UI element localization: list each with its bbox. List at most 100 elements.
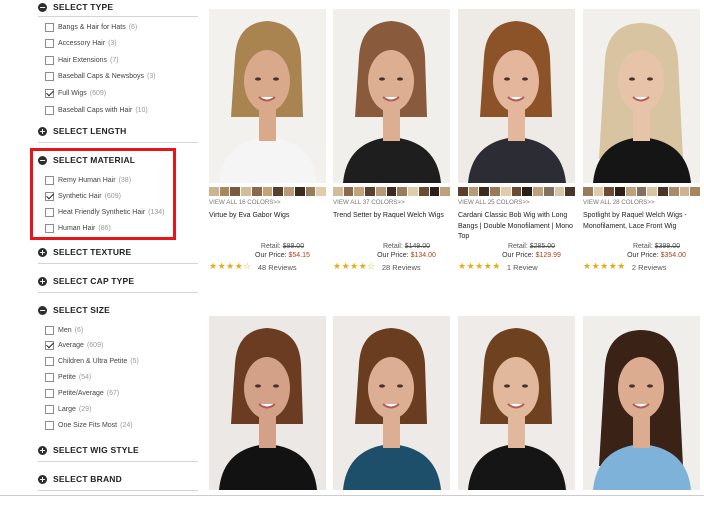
color-swatch[interactable]: [533, 187, 543, 196]
color-swatch[interactable]: [647, 187, 658, 196]
color-swatch[interactable]: [251, 187, 262, 196]
product-card[interactable]: VIEW ALL 16 COLORS>> Virtue by Eva Gabor …: [209, 9, 327, 272]
filter-option[interactable]: Large (29): [45, 404, 91, 416]
product-card[interactable]: [333, 316, 450, 490]
color-swatch[interactable]: [690, 187, 701, 196]
filter-header-length[interactable]: + SELECT LENGTH: [38, 124, 126, 138]
color-swatch[interactable]: [241, 187, 251, 196]
color-swatch[interactable]: [636, 187, 647, 196]
filter-header-cap-type[interactable]: + SELECT CAP TYPE: [38, 274, 134, 288]
filter-checkbox[interactable]: [45, 72, 54, 82]
color-swatch[interactable]: [209, 187, 219, 196]
color-swatch[interactable]: [284, 187, 294, 196]
view-all-colors-link[interactable]: VIEW ALL 25 COLORS>>: [458, 199, 575, 206]
view-all-colors-link[interactable]: VIEW ALL 16 COLORS>>: [209, 199, 326, 206]
color-swatch[interactable]: [565, 187, 576, 196]
filter-option[interactable]: Full Wigs (609): [45, 87, 106, 99]
color-swatches[interactable]: [209, 187, 327, 196]
color-swatch[interactable]: [593, 187, 604, 196]
color-swatch[interactable]: [418, 187, 429, 196]
product-image[interactable]: [209, 316, 326, 490]
color-swatch[interactable]: [386, 187, 397, 196]
filter-option[interactable]: Men (6): [45, 324, 83, 336]
filter-header-wig-style[interactable]: + SELECT WIG STYLE: [38, 443, 139, 457]
color-swatch[interactable]: [615, 187, 625, 196]
color-swatch[interactable]: [294, 187, 305, 196]
color-swatch[interactable]: [490, 187, 500, 196]
filter-option[interactable]: Hair Extensions (7): [45, 54, 119, 66]
color-swatch[interactable]: [522, 187, 533, 196]
product-image-wrap[interactable]: [333, 316, 450, 490]
color-swatch[interactable]: [343, 187, 354, 196]
product-image[interactable]: [333, 9, 450, 183]
filter-checkbox[interactable]: [45, 39, 54, 49]
filter-header-size[interactable]: − SELECT SIZE: [38, 303, 110, 317]
color-swatches[interactable]: [333, 187, 451, 196]
product-card[interactable]: [583, 316, 700, 490]
review-count[interactable]: 28 Reviews: [382, 263, 421, 272]
color-swatch[interactable]: [458, 187, 468, 196]
color-swatch[interactable]: [230, 187, 241, 196]
filter-option[interactable]: Average (609): [45, 340, 103, 352]
filter-header-type[interactable]: − SELECT TYPE: [38, 0, 113, 14]
color-swatch[interactable]: [316, 187, 327, 196]
product-name[interactable]: Spotlight by Raquel Welch Wigs - Monofil…: [583, 211, 700, 243]
product-image[interactable]: [583, 9, 700, 183]
product-card[interactable]: [209, 316, 326, 490]
color-swatch[interactable]: [500, 187, 511, 196]
color-swatch[interactable]: [375, 187, 386, 196]
color-swatch[interactable]: [262, 187, 273, 196]
color-swatch[interactable]: [365, 187, 375, 196]
color-swatch[interactable]: [305, 187, 316, 196]
rating[interactable]: ★★★★★ 2 Reviews: [583, 262, 700, 272]
product-image[interactable]: [209, 9, 326, 183]
review-count[interactable]: 2 Reviews: [632, 263, 667, 272]
filter-checkbox[interactable]: [45, 341, 54, 351]
filter-header-texture[interactable]: + SELECT TEXTURE: [38, 245, 131, 259]
rating[interactable]: ★★★★★ 1 Review: [458, 262, 575, 272]
product-card[interactable]: VIEW ALL 37 COLORS>> Trend Setter by Raqu…: [333, 9, 451, 272]
product-card[interactable]: [458, 316, 575, 490]
filter-checkbox[interactable]: [45, 22, 54, 32]
rating[interactable]: ★★★★☆ 28 Reviews: [333, 262, 450, 272]
view-all-colors-link[interactable]: VIEW ALL 28 COLORS>>: [583, 199, 700, 206]
filter-checkbox[interactable]: [45, 105, 54, 115]
color-swatch[interactable]: [511, 187, 522, 196]
filter-header-brand[interactable]: + SELECT BRAND: [38, 472, 122, 486]
color-swatch[interactable]: [679, 187, 690, 196]
filter-option[interactable]: Children & Ultra Petite (5): [45, 356, 139, 368]
filter-checkbox[interactable]: [45, 405, 54, 414]
color-swatch[interactable]: [554, 187, 565, 196]
product-image-wrap[interactable]: [458, 9, 575, 183]
view-all-colors-link[interactable]: VIEW ALL 37 COLORS>>: [333, 199, 450, 206]
color-swatch[interactable]: [354, 187, 365, 196]
color-swatch[interactable]: [658, 187, 668, 196]
filter-checkbox[interactable]: [45, 325, 54, 335]
filter-option[interactable]: Petite (54): [45, 372, 91, 384]
product-name[interactable]: Virtue by Eva Gabor Wigs: [209, 211, 326, 243]
product-image[interactable]: [458, 9, 575, 183]
color-swatch[interactable]: [408, 187, 418, 196]
color-swatch[interactable]: [333, 187, 343, 196]
product-image-wrap[interactable]: [583, 316, 700, 490]
filter-option[interactable]: Accessory Hair (3): [45, 38, 117, 50]
color-swatch[interactable]: [625, 187, 636, 196]
product-image-wrap[interactable]: [458, 316, 575, 490]
color-swatches[interactable]: [583, 187, 701, 196]
filter-option[interactable]: Baseball Caps & Newsboys (3): [45, 71, 156, 83]
color-swatch[interactable]: [479, 187, 490, 196]
filter-checkbox[interactable]: [45, 357, 54, 367]
product-image[interactable]: [583, 316, 700, 490]
filter-checkbox[interactable]: [45, 55, 54, 65]
filter-checkbox[interactable]: [45, 389, 54, 399]
rating[interactable]: ★★★★☆ 48 Reviews: [209, 262, 326, 272]
product-name[interactable]: Trend Setter by Raquel Welch Wigs: [333, 211, 450, 243]
color-swatch[interactable]: [273, 187, 284, 196]
product-card[interactable]: VIEW ALL 25 COLORS>> Cardani Classic Bob …: [458, 9, 576, 272]
color-swatch[interactable]: [468, 187, 479, 196]
product-image-wrap[interactable]: [209, 316, 326, 490]
filter-option[interactable]: Petite/Average (67): [45, 388, 119, 400]
color-swatch[interactable]: [583, 187, 593, 196]
filter-checkbox[interactable]: [45, 420, 54, 430]
product-name[interactable]: Cardani Classic Bob Wig with Long Bangs …: [458, 211, 575, 243]
